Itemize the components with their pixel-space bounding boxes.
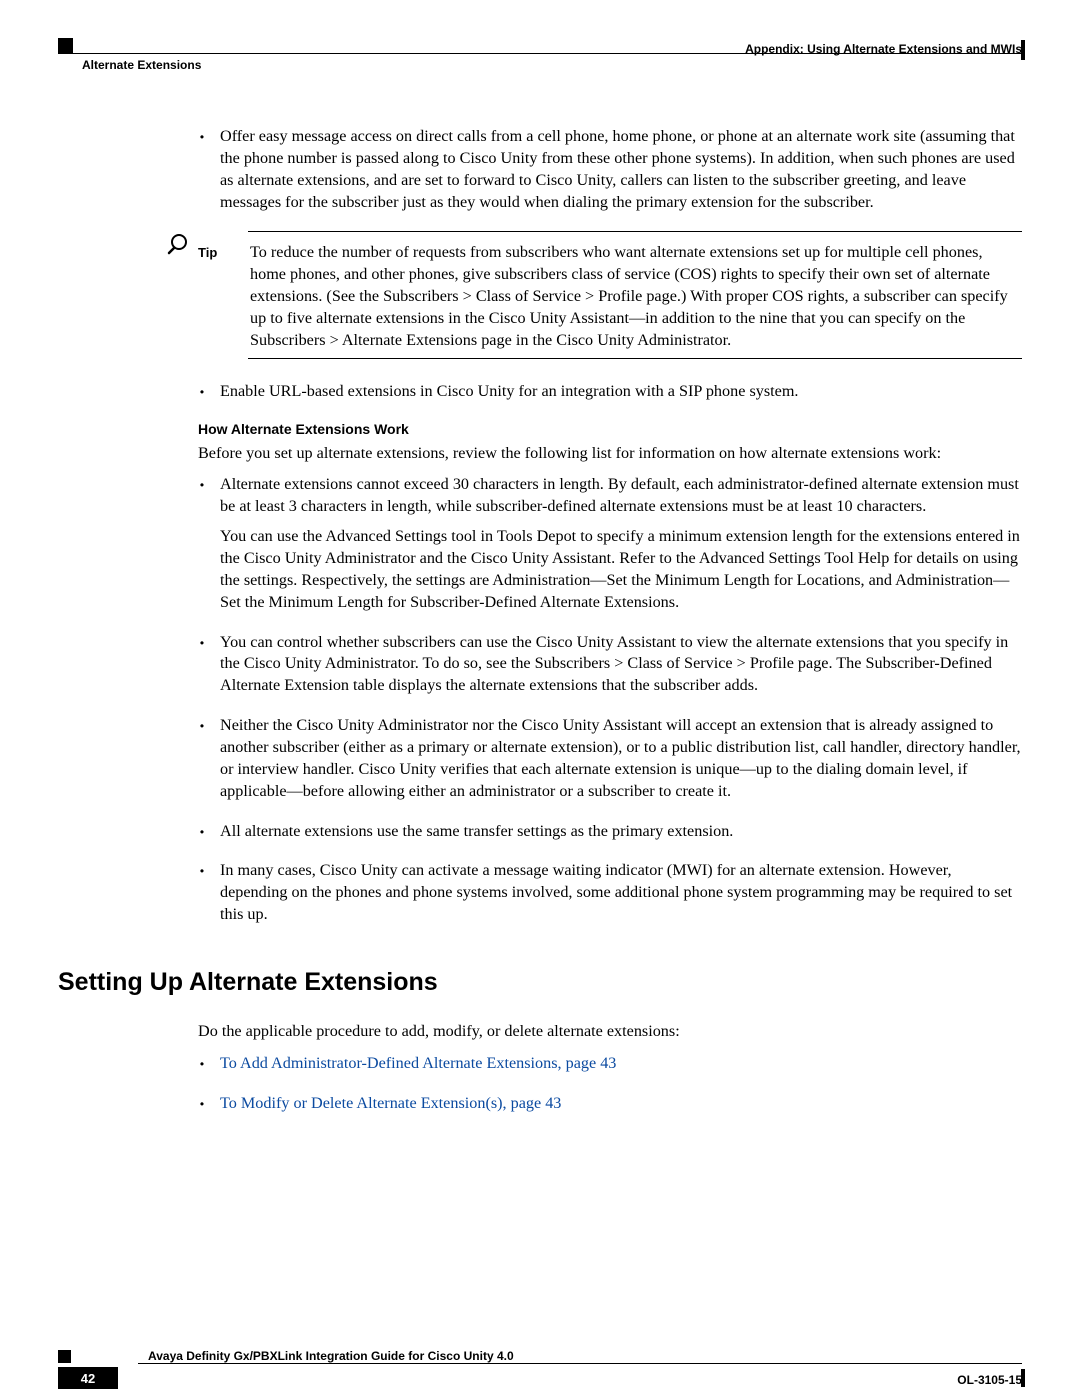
bullet-marker: •	[198, 821, 206, 843]
bullet-item: • To Modify or Delete Alternate Extensio…	[198, 1093, 1022, 1115]
bullet-marker: •	[198, 1093, 206, 1115]
footer-doc-title: Avaya Definity Gx/PBXLink Integration Gu…	[148, 1349, 514, 1363]
body-column: • Offer easy message access on direct ca…	[58, 126, 1022, 926]
page-number-badge: 42	[58, 1367, 118, 1389]
footer-docid: OL-3105-15	[957, 1373, 1022, 1387]
bullet-text: In many cases, Cisco Unity can activate …	[220, 860, 1022, 926]
bullet-marker: •	[198, 126, 206, 213]
bullet-text: Neither the Cisco Unity Administrator no…	[220, 715, 1022, 802]
bullet-text: Offer easy message access on direct call…	[220, 126, 1022, 213]
bullet-item: • In many cases, Cisco Unity can activat…	[198, 860, 1022, 926]
bullet-item: • All alternate extensions use the same …	[198, 821, 1022, 843]
link-modify-delete-extensions[interactable]: To Modify or Delete Alternate Extension(…	[220, 1093, 1022, 1115]
bullet-marker: •	[198, 860, 206, 926]
footer-rule	[138, 1363, 1022, 1364]
tip-text: To reduce the number of requests from su…	[250, 242, 1022, 351]
bullet-marker: •	[198, 632, 206, 698]
header-left-square	[58, 38, 73, 53]
setup-paragraph: Do the applicable procedure to add, modi…	[198, 1021, 1022, 1043]
bullet-marker: •	[198, 1053, 206, 1075]
tip-rule-top	[248, 231, 1022, 232]
bullet-text: Alternate extensions cannot exceed 30 ch…	[220, 474, 1022, 613]
bullet-item: • Enable URL-based extensions in Cisco U…	[198, 381, 1022, 403]
tip-label: Tip	[198, 242, 220, 351]
bullet-marker: •	[198, 381, 206, 403]
bullet-item: • To Add Administrator-Defined Alternate…	[198, 1053, 1022, 1075]
bullet-text: Enable URL-based extensions in Cisco Uni…	[220, 381, 1022, 403]
header-section-label: Alternate Extensions	[82, 58, 201, 72]
bullet-text: You can control whether subscribers can …	[220, 632, 1022, 698]
bullet-sub: You can use the Advanced Settings tool i…	[220, 526, 1022, 613]
bullet-marker: •	[198, 715, 206, 802]
body-column: Do the applicable procedure to add, modi…	[58, 1021, 1022, 1115]
bullet-item: • Offer easy message access on direct ca…	[198, 126, 1022, 213]
heading-setting-up: Setting Up Alternate Extensions	[58, 968, 1022, 997]
tip-icon	[166, 231, 192, 257]
page-number: 42	[81, 1371, 95, 1386]
link-add-admin-extensions[interactable]: To Add Administrator-Defined Alternate E…	[220, 1053, 1022, 1075]
bullet-text: All alternate extensions use the same tr…	[220, 821, 1022, 843]
page-header: Appendix: Using Alternate Extensions and…	[58, 42, 1022, 66]
document-page: Appendix: Using Alternate Extensions and…	[0, 0, 1080, 1397]
header-appendix-label: Appendix: Using Alternate Extensions and…	[745, 42, 1022, 56]
intro-paragraph: Before you set up alternate extensions, …	[198, 443, 1022, 465]
tip-rule-bottom	[248, 358, 1022, 359]
bullet-main: Alternate extensions cannot exceed 30 ch…	[220, 475, 1019, 515]
bullet-item: • Neither the Cisco Unity Administrator …	[198, 715, 1022, 802]
subheading-how-extensions-work: How Alternate Extensions Work	[198, 421, 1022, 437]
tip-callout: Tip To reduce the number of requests fro…	[198, 231, 1022, 358]
bullet-item: • Alternate extensions cannot exceed 30 …	[198, 474, 1022, 613]
bullet-item: • You can control whether subscribers ca…	[198, 632, 1022, 698]
bullet-marker: •	[198, 474, 206, 613]
